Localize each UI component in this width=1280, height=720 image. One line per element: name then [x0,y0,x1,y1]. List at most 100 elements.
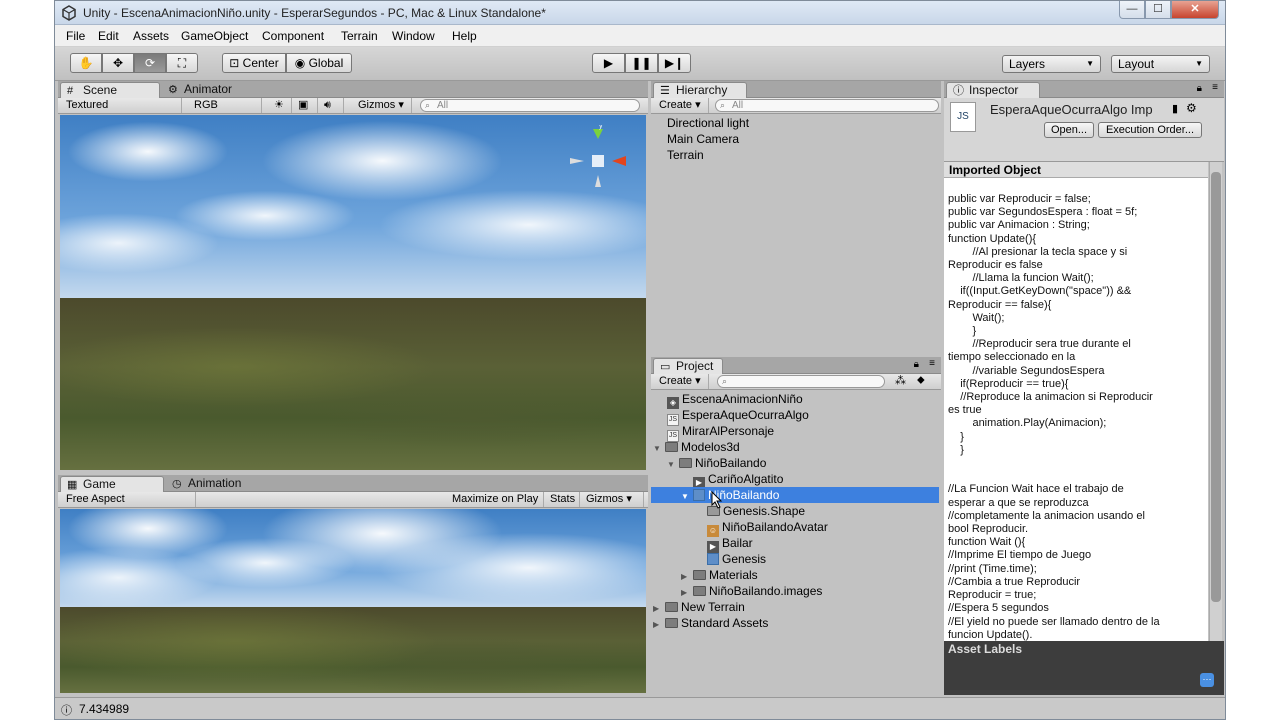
list-item[interactable]: Genesis [707,551,766,567]
lock-icon[interactable]: 🔒︎ [914,359,919,370]
game-control-bar: Free Aspect Maximize on Play Stats Gizmo… [58,492,648,508]
list-item[interactable]: ▶ Materials [681,567,758,583]
list-item[interactable]: ▶ CariñoAlgatito [693,471,784,489]
item-label: Materials [709,568,758,582]
collapsed-arrow-icon[interactable]: ▶ [653,617,665,633]
tab-animator[interactable]: ⚙ Animator [162,82,262,98]
list-item[interactable]: ☺ NiñoBailandoAvatar [707,519,828,537]
list-item[interactable]: ▼ NiñoBailando [667,455,766,471]
expanded-arrow-icon[interactable]: ▼ [667,457,679,473]
panel-menu-icon[interactable]: ≡ [929,358,935,369]
inspector-scrollbar[interactable] [1209,162,1222,646]
tab-game[interactable]: ▦ Game [60,476,164,492]
filter-label-icon[interactable]: ⬥ [917,374,925,387]
expanded-arrow-icon[interactable]: ▼ [681,489,693,505]
render-mode-dropdown[interactable]: Textured [62,98,182,113]
maximize-on-play-toggle[interactable]: Maximize on Play [448,492,544,507]
tab-animation[interactable]: ◷ Animation [166,476,270,492]
tab-hierarchy[interactable]: ☰ Hierarchy [653,82,747,98]
inspector-header: JS EsperaAqueOcurraAlgo Imp ▮ ⚙ Open... … [944,98,1224,162]
stats-toggle[interactable]: Stats [546,492,580,507]
aspect-label: Free Aspect [66,493,125,505]
expanded-arrow-icon[interactable]: ▼ [653,441,665,457]
hierarchy-item[interactable]: Directional light [667,115,749,131]
project-search-input[interactable]: ⌕ [717,375,885,388]
hierarchy-item[interactable]: Terrain [667,147,704,163]
hand-icon: ✋ [78,56,94,70]
scene-search-input[interactable]: ⌕ All [420,99,640,112]
open-button[interactable]: Open... [1044,122,1094,138]
rotate-tool-button[interactable]: ⟳ [134,53,166,73]
tab-scene[interactable]: # Scene [60,82,160,98]
pivot-center-toggle[interactable]: ⊡ Center [222,53,286,73]
minimize-button[interactable]: — [1119,1,1145,19]
layout-dropdown[interactable]: Layout ▼ [1111,55,1210,73]
project-create-dropdown[interactable]: Create ▾ [655,374,709,389]
game-terrain [60,607,646,693]
menu-window[interactable]: Window [392,29,435,43]
folder-icon: ▭ [660,361,671,373]
layers-dropdown[interactable]: Layers ▼ [1002,55,1101,73]
scale-tool-button[interactable]: ⛶ [166,53,198,73]
hierarchy-panel: ☰ Hierarchy Create ▾ ⌕ All Directional lig… [651,81,941,353]
pivot-global-toggle[interactable]: ◉ Global [286,53,352,73]
hierarchy-create-dropdown[interactable]: Create ▾ [655,98,709,113]
hierarchy-create-label: Create [659,99,693,111]
gear-icon[interactable]: ⚙ [1186,101,1197,115]
audio-toggle[interactable]: 🔊︎ [320,98,344,113]
lighting-toggle[interactable]: ☀ [270,98,292,113]
inspector-tab-row: ⓘ Inspector 🔒︎ ≡ [944,81,1224,98]
menu-component[interactable]: Component [262,29,324,43]
menu-terrain[interactable]: Terrain [341,29,378,43]
pause-button[interactable]: ❚❚ [625,53,658,73]
scrollbar-thumb[interactable] [1211,172,1221,602]
list-icon: ☰ [660,85,670,97]
aspect-dropdown[interactable]: Free Aspect [62,492,196,507]
project-tab-row: ▭ Project 🔒︎ ≡ [651,357,941,374]
scene-orientation-gizmo-icon[interactable]: y [566,125,630,197]
item-label: CariñoAlgatito [708,472,784,486]
lock-icon[interactable]: 🔒︎ [1197,83,1202,94]
menu-gameobject[interactable]: GameObject [181,29,248,43]
close-button[interactable]: ✕ [1171,1,1219,19]
tab-project[interactable]: ▭ Project [653,358,723,374]
status-text: 7.434989 [79,702,130,716]
menu-file[interactable]: File [66,29,85,43]
move-tool-button[interactable]: ✥ [102,53,134,73]
color-mode-dropdown[interactable]: RGB [190,98,262,113]
filter-type-icon[interactable]: ⁂ [895,374,906,387]
list-item[interactable]: ▶ Standard Assets [653,615,768,631]
tab-inspector[interactable]: ⓘ Inspector [946,82,1040,98]
hierarchy-item[interactable]: Main Camera [667,131,739,147]
panel-menu-icon[interactable]: ≡ [1212,82,1218,93]
list-item-selected[interactable]: ▼ NiñoBailando [651,487,939,503]
item-label: EsperaAqueOcurraAlgo [682,408,809,422]
labels-menu-icon[interactable]: ⋯ [1200,673,1214,687]
hand-tool-button[interactable]: ✋ [70,53,102,73]
step-button[interactable]: ▶❙ [658,53,691,73]
asset-labels-title: Asset Labels [948,642,1023,656]
execution-order-button[interactable]: Execution Order... [1098,122,1202,138]
unity-logo-icon [62,5,76,21]
image-effects-toggle[interactable]: ▣ [294,98,318,113]
list-item[interactable]: ◈ EscenaAnimacionNiño [667,391,803,409]
scene-gizmos-dropdown[interactable]: Gizmos ▾ [354,98,412,113]
maximize-button[interactable]: ☐ [1145,1,1171,19]
list-item[interactable]: ▼ Modelos3d [653,439,740,455]
game-gizmos-dropdown[interactable]: Gizmos ▾ [582,492,644,507]
menu-help[interactable]: Help [452,29,477,43]
menu-edit[interactable]: Edit [98,29,119,43]
list-item[interactable]: JS EsperaAqueOcurraAlgo [667,407,809,426]
list-item[interactable]: ▶ New Terrain [653,599,745,615]
list-item[interactable]: JS MirarAlPersonaje [667,423,774,442]
hierarchy-search-input[interactable]: ⌕ All [715,99,939,112]
help-book-icon[interactable]: ▮ [1172,102,1178,115]
scene-terrain[interactable] [60,298,646,470]
play-button[interactable]: ▶ [592,53,625,73]
list-item[interactable]: ▶ NiñoBailando.images [681,583,822,599]
rotate-icon: ⟳ [144,56,156,70]
search-icon: ⌕ [425,100,431,110]
menu-assets[interactable]: Assets [133,29,169,43]
model-icon [707,553,719,565]
list-item[interactable]: ▶ Bailar [707,535,753,553]
